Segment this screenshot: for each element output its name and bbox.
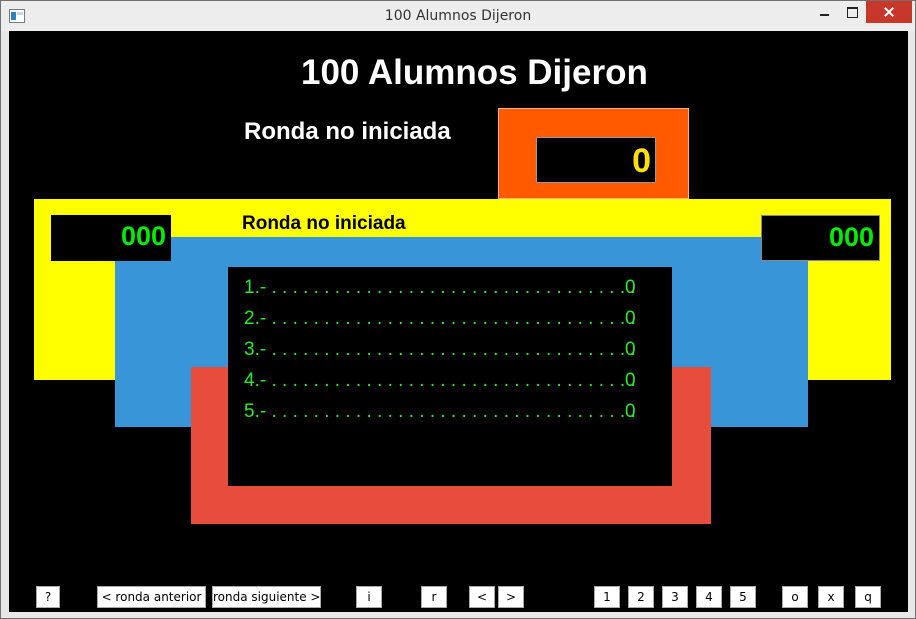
reveal-3-button[interactable]: 3 (662, 586, 688, 608)
prev-round-button[interactable]: < ronda anterior (97, 586, 206, 608)
answer-row: 3.- . . . . . . . . . . . . . . . . . . … (244, 339, 664, 370)
round-status: Ronda no iniciada (244, 118, 451, 145)
team-right-score-box: 000 (761, 215, 880, 261)
team-left-score-box: 000 (51, 215, 171, 261)
answer-points: 0 (625, 277, 636, 298)
pot-display: 0 (536, 137, 656, 183)
team-right-score: 000 (828, 222, 874, 252)
help-button[interactable]: ? (36, 586, 60, 608)
close-icon[interactable] (866, 1, 912, 23)
reveal-4-button[interactable]: 4 (696, 586, 722, 608)
answer-points: 0 (625, 370, 636, 391)
window-title: 100 Alumnos Dijeron (384, 8, 532, 24)
next-button[interactable]: > (498, 586, 524, 608)
pot-frame: 0 (498, 108, 689, 199)
answer-points: 0 (625, 339, 636, 360)
reveal-1-button[interactable]: 1 (594, 586, 620, 608)
x-button[interactable]: x (818, 586, 844, 608)
answer-text: 4.- . . . . . . . . . . . . . . . . . . … (244, 370, 636, 391)
answer-row: 4.- . . . . . . . . . . . . . . . . . . … (244, 370, 664, 401)
answer-points: 0 (625, 401, 636, 422)
board-round-label: Ronda no iniciada (242, 213, 406, 234)
r-button[interactable]: r (421, 586, 447, 608)
title-bar[interactable]: 100 Alumnos Dijeron (1, 1, 915, 31)
app-window: 100 Alumnos Dijeron 100 Alumnos Dijeron … (0, 0, 916, 619)
i-button[interactable]: i (356, 586, 382, 608)
game-title: 100 Alumnos Dijeron (301, 53, 648, 92)
prev-button[interactable]: < (469, 586, 495, 608)
answer-row: 1.- . . . . . . . . . . . . . . . . . . … (244, 277, 664, 308)
answer-row: 2.- . . . . . . . . . . . . . . . . . . … (244, 308, 664, 339)
answer-text: 3.- . . . . . . . . . . . . . . . . . . … (244, 339, 636, 360)
reveal-5-button[interactable]: 5 (730, 586, 756, 608)
answer-list: 1.- . . . . . . . . . . . . . . . . . . … (244, 277, 664, 432)
team-left-score: 000 (120, 221, 166, 251)
answer-text: 2.- . . . . . . . . . . . . . . . . . . … (244, 308, 636, 329)
pot-value: 0 (632, 142, 651, 180)
q-button[interactable]: q (855, 586, 881, 608)
next-round-button[interactable]: ronda siguiente > (212, 586, 321, 608)
answer-text: 1.- . . . . . . . . . . . . . . . . . . … (244, 277, 636, 298)
answer-row: 5.- . . . . . . . . . . . . . . . . . . … (244, 401, 664, 432)
maximize-icon[interactable] (838, 1, 865, 23)
minimize-icon[interactable] (810, 1, 838, 23)
game-area: 100 Alumnos Dijeron Ronda no iniciada 0 … (9, 31, 908, 612)
answer-text: 5.- . . . . . . . . . . . . . . . . . . … (244, 401, 636, 422)
reveal-2-button[interactable]: 2 (628, 586, 654, 608)
o-button[interactable]: o (782, 586, 808, 608)
answer-points: 0 (625, 308, 636, 329)
